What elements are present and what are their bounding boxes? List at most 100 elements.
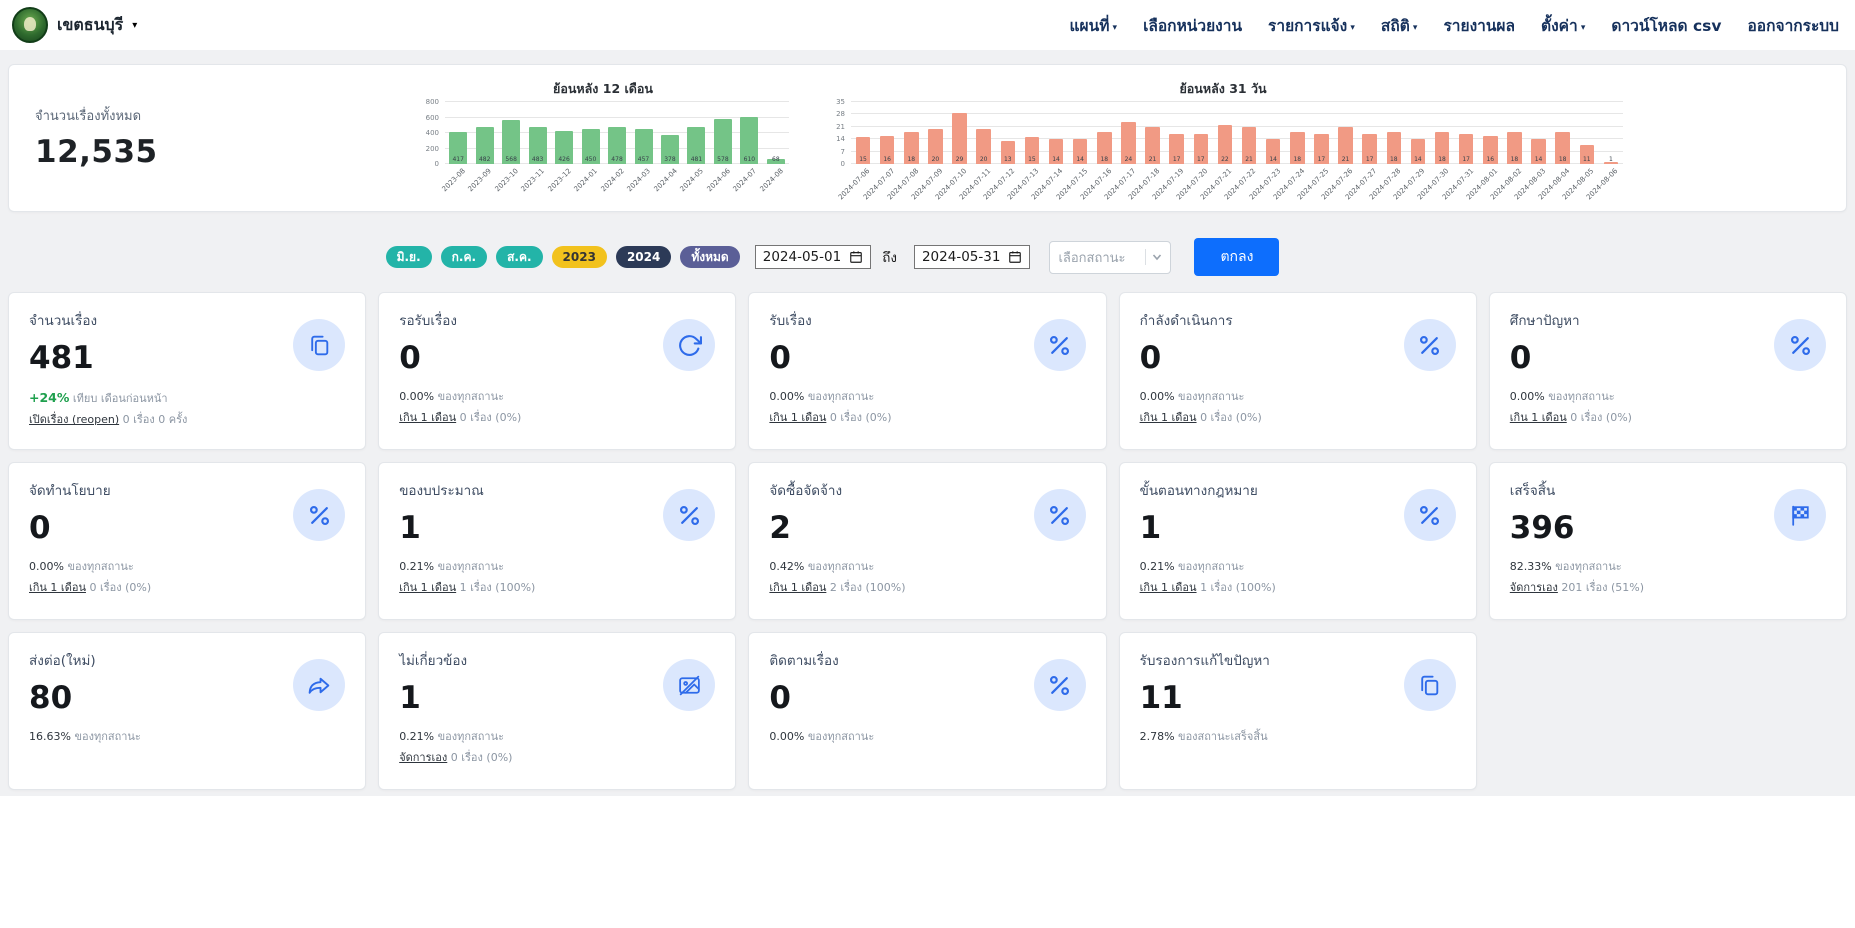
bar: 426 bbox=[551, 102, 577, 164]
submit-button[interactable]: ตกลง bbox=[1194, 238, 1280, 276]
stat-card-link[interactable]: เกิน 1 เดือน bbox=[769, 411, 826, 424]
stat-card-link[interactable]: เปิดเรื่อง (reopen) bbox=[29, 413, 119, 426]
chart-title: ย้อนหลัง 31 วัน bbox=[1179, 81, 1267, 96]
bar-value-label: 426 bbox=[558, 156, 570, 163]
stat-card-link[interactable]: จัดการเอง bbox=[1510, 581, 1558, 594]
bar-value-label: 14 bbox=[1052, 156, 1060, 163]
nav-download-csv[interactable]: ดาวน์โหลด csv bbox=[1611, 13, 1721, 38]
bar: 17 bbox=[1454, 102, 1478, 164]
bar: 68 bbox=[763, 102, 789, 164]
bar-value-label: 18 bbox=[1510, 156, 1519, 163]
stat-card-title: ส่งต่อ(ใหม่) bbox=[29, 653, 96, 669]
bar: 22 bbox=[1213, 102, 1237, 164]
percent-icon bbox=[293, 489, 346, 541]
y-axis: 0 7 14 21 28 35 bbox=[836, 98, 845, 168]
refresh-icon bbox=[663, 319, 716, 371]
filter-month-jun[interactable]: มิ.ย. bbox=[385, 245, 432, 269]
bar-value-label: 18 bbox=[907, 156, 916, 163]
percent-value: 0.00% bbox=[1139, 390, 1175, 404]
bar-value-label: 21 bbox=[1245, 156, 1253, 163]
stat-percent-line: 0.21% ของทุกสถานะ bbox=[399, 560, 505, 574]
bar: 13 bbox=[996, 102, 1020, 164]
stat-card-link[interactable]: เกิน 1 เดือน bbox=[1140, 581, 1197, 594]
chevron-down-icon bbox=[1152, 252, 1162, 262]
stat-card-value: 80 bbox=[29, 680, 73, 716]
percent-icon bbox=[1403, 489, 1456, 541]
filter-month-aug[interactable]: ส.ค. bbox=[496, 245, 543, 269]
percent-value: 82.33% bbox=[1509, 560, 1552, 574]
stat-link-line: เกิน 1 เดือน 2 เรื่อง (100%) bbox=[769, 581, 906, 595]
stat-card: กำลังดำเนินการ 0 0.00% ของทุกสถานะ เกิน 1… bbox=[1118, 292, 1477, 450]
date-range-to-label: ถึง bbox=[882, 250, 897, 266]
stat-card-link[interactable]: จัดการเอง bbox=[399, 751, 447, 764]
stat-percent-line: 0.00% ของทุกสถานะ bbox=[1509, 390, 1615, 404]
filter-month-jul[interactable]: ก.ค. bbox=[440, 245, 488, 269]
stat-percent-line: 16.63% ของทุกสถานะ bbox=[29, 730, 141, 744]
stat-card-link[interactable]: เกิน 1 เดือน bbox=[399, 581, 456, 594]
chevron-down-icon: ▾ bbox=[1409, 22, 1418, 33]
nav-settings[interactable]: ตั้งค่า ▾ bbox=[1541, 13, 1585, 38]
filter-all[interactable]: ทั้งหมด bbox=[680, 245, 740, 269]
bar: 20 bbox=[972, 102, 996, 164]
nav-results[interactable]: รายงานผล bbox=[1443, 13, 1515, 38]
percent-value: 0.00% bbox=[769, 390, 805, 404]
stat-card-link[interactable]: เกิน 1 เดือน bbox=[1510, 411, 1567, 424]
date-to-input[interactable]: 2024-05-31 bbox=[913, 245, 1031, 269]
stat-link-line: เกิน 1 เดือน 0 เรื่อง (0%) bbox=[1509, 411, 1632, 425]
stat-link-line: จัดการเอง 0 เรื่อง (0%) bbox=[399, 751, 513, 765]
stat-card: ขั้นตอนทางกฎหมาย 1 0.21% ของทุกสถานะ เกิน… bbox=[1118, 462, 1477, 620]
bar: 15 bbox=[1020, 102, 1044, 164]
nav-statistics[interactable]: สถิติ ▾ bbox=[1381, 13, 1418, 38]
x-axis-label: 2024-01 bbox=[572, 167, 600, 194]
bar: 17 bbox=[1309, 102, 1333, 164]
x-axis-label: 2024-06 bbox=[705, 167, 732, 194]
nav-map[interactable]: แผนที่ ▾ bbox=[1070, 13, 1118, 38]
x-axis: 2023-08 2023-09 2023-10 2023-11 2023-12 2024-… bbox=[440, 164, 789, 202]
percent-icon bbox=[1033, 659, 1086, 711]
flag-icon bbox=[1774, 489, 1826, 541]
status-select[interactable]: เลือกสถานะ bbox=[1049, 240, 1172, 274]
bar-value-label: 14 bbox=[1076, 156, 1085, 163]
bar: 14 bbox=[1261, 102, 1285, 164]
x-axis-label: 2024-05 bbox=[678, 167, 706, 194]
bar-value-label: 17 bbox=[1317, 156, 1326, 163]
navbar: เขตธนบุรี ▾ แผนที่ ▾ เลือกหน่วยงาน รายการแ… bbox=[0, 0, 1855, 50]
stat-link-line: เกิน 1 เดือน 0 เรื่อง (0%) bbox=[1139, 411, 1262, 425]
calendar-icon bbox=[1008, 250, 1022, 264]
bar: 578 bbox=[710, 102, 736, 164]
total-cases-block: จำนวนเรื่องทั้งหมด 12,535 bbox=[25, 77, 417, 170]
stat-card-title: ติดตามเรื่อง bbox=[769, 653, 839, 669]
stat-percent-line: 0.00% ของทุกสถานะ bbox=[769, 390, 875, 404]
bar-value-label: 457 bbox=[637, 156, 650, 163]
date-from-input[interactable]: 2024-05-01 bbox=[754, 245, 872, 269]
stat-card-link[interactable]: เกิน 1 เดือน bbox=[769, 581, 826, 594]
bar: 1 bbox=[1599, 102, 1623, 164]
stat-card-value: 0 bbox=[29, 510, 51, 546]
stat-card-title: รอรับเรื่อง bbox=[399, 313, 457, 329]
percent-value: 0.00% bbox=[769, 730, 805, 744]
stat-percent-line: 0.21% ของทุกสถานะ bbox=[1139, 560, 1245, 574]
stat-card: รับเรื่อง 0 0.00% ของทุกสถานะ เกิน 1 เดือ… bbox=[748, 292, 1107, 450]
stat-card: ศึกษาปัญหา 0 0.00% ของทุกสถานะ เกิน 1 เดื… bbox=[1488, 292, 1847, 450]
stat-card-link[interactable]: เกิน 1 เดือน bbox=[1140, 411, 1197, 424]
district-logo-icon bbox=[12, 7, 48, 43]
district-name: เขตธนบุรี bbox=[57, 14, 124, 34]
bar: 17 bbox=[1358, 102, 1382, 164]
filter-year-2024[interactable]: 2024 bbox=[615, 245, 672, 269]
district-selector[interactable]: เขตธนบุรี ▾ bbox=[12, 7, 137, 43]
percent-value: 0.21% bbox=[399, 730, 435, 744]
bar-value-label: 17 bbox=[1196, 156, 1205, 163]
date-to-value: 2024-05-31 bbox=[921, 249, 1001, 265]
nav-report-list[interactable]: รายการแจ้ง ▾ bbox=[1268, 13, 1355, 38]
x-axis-label: 2023-08 bbox=[440, 167, 467, 194]
bar: 457 bbox=[630, 102, 656, 164]
bar: 18 bbox=[1502, 102, 1526, 164]
stat-card-link[interactable]: เกิน 1 เดือน bbox=[399, 411, 456, 424]
nav-select-agency[interactable]: เลือกหน่วยงาน bbox=[1143, 13, 1242, 38]
filter-year-2023[interactable]: 2023 bbox=[551, 245, 607, 269]
stat-card-value: 481 bbox=[29, 340, 94, 376]
nav-logout[interactable]: ออกจากระบบ bbox=[1747, 13, 1839, 38]
stat-card-link[interactable]: เกิน 1 เดือน bbox=[29, 581, 86, 594]
stat-card-value: 2 bbox=[769, 510, 791, 546]
stat-link-line: เกิน 1 เดือน 1 เรื่อง (100%) bbox=[1139, 581, 1276, 595]
